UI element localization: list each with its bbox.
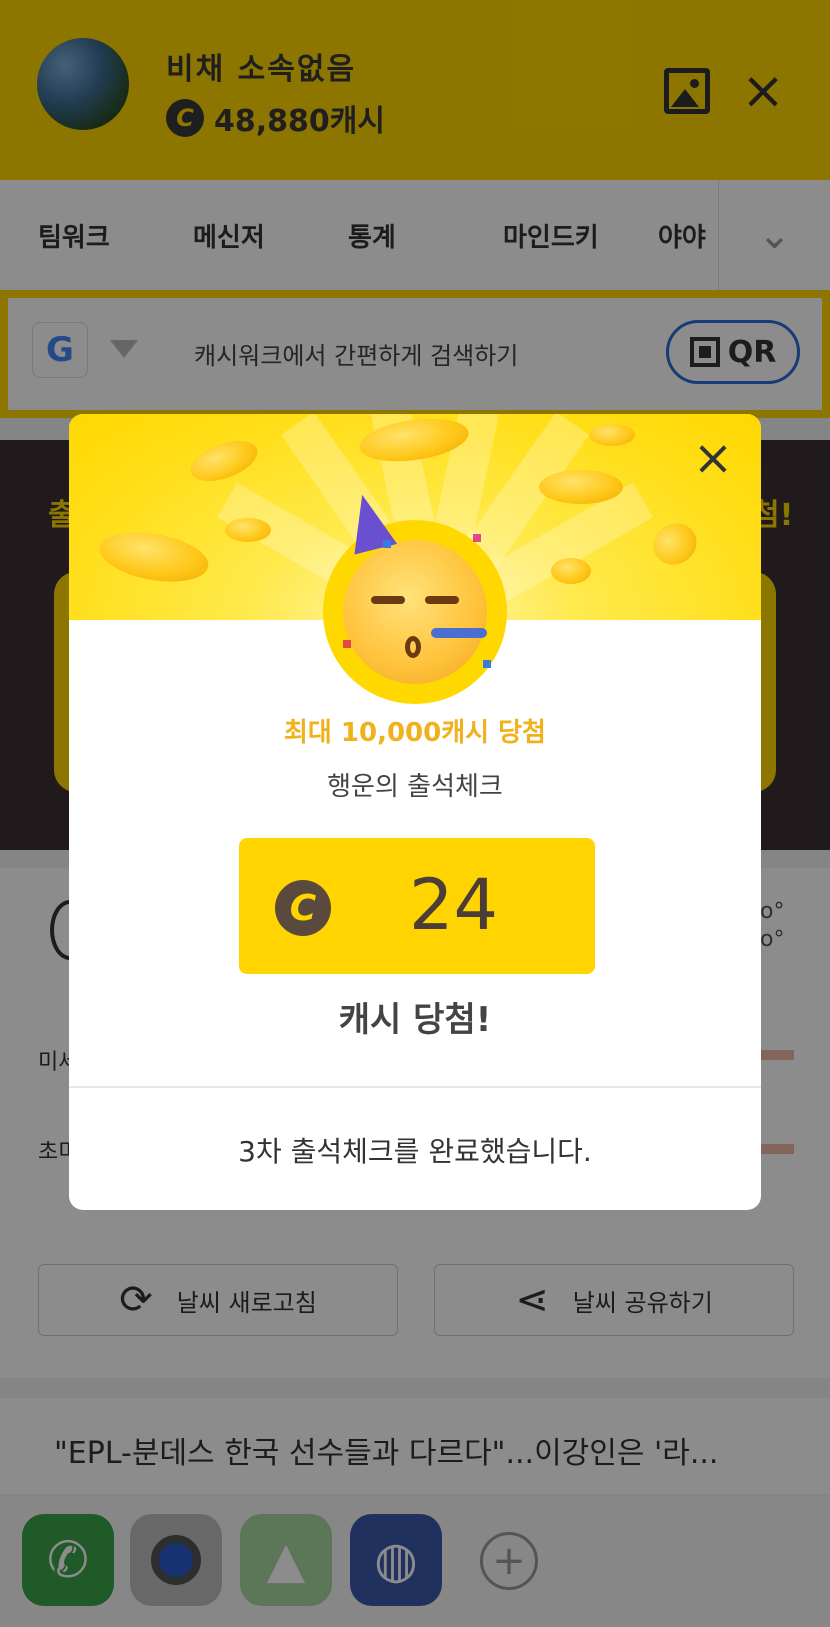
modal-close-icon[interactable]: × [689, 434, 737, 482]
modal-divider [69, 1086, 761, 1088]
modal-subtitle: 최대 10,000캐시 당첨 [284, 718, 546, 748]
modal-message: 3차 출석체크를 완료했습니다. [238, 1135, 592, 1168]
modal-title: 행운의 출석체크 [327, 772, 503, 802]
attendance-modal: × 최대 10,000캐시 당첨 행운의 출석체크 C 24 캐시 당첨! 3차… [69, 414, 761, 1210]
party-emoji-icon [323, 489, 507, 704]
prize-value: 24 [409, 864, 499, 946]
coin-icon: C [275, 880, 331, 936]
prize-caption: 캐시 당첨! [338, 1000, 492, 1040]
prize-box: C 24 [239, 838, 595, 974]
